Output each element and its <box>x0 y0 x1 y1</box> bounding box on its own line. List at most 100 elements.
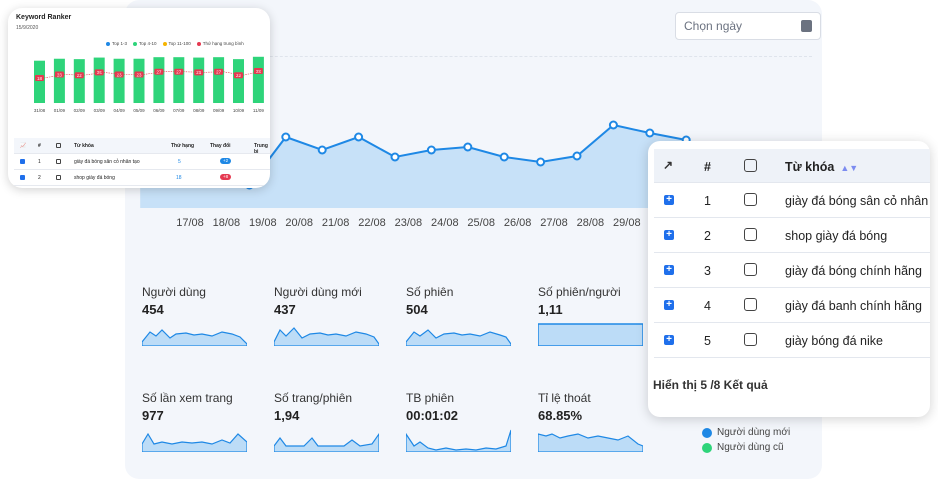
row-checkbox[interactable] <box>56 159 61 164</box>
ranker-bar[interactable] <box>73 59 85 103</box>
col-index: # <box>38 143 41 149</box>
data-point[interactable] <box>463 142 473 152</box>
row-checkbox[interactable] <box>744 193 757 206</box>
row-checkbox[interactable] <box>744 298 757 311</box>
metric-label: TB phiên <box>406 391 455 405</box>
expand-icon[interactable]: + <box>664 300 674 310</box>
col-keyword[interactable]: Từ khóa ▲▼ <box>785 160 858 174</box>
metric-label: Người dùng mới <box>274 285 362 299</box>
col-change[interactable]: Thay đổi <box>210 143 231 149</box>
data-point[interactable] <box>536 157 546 167</box>
table-row: 1 giày đá bóng sân cỏ nhân tạo 5 +2 <box>14 154 270 170</box>
x-tick-label: 05/09 <box>133 108 145 113</box>
pagination-summary: Hiển thị 5 /8 Kết quả <box>653 378 768 392</box>
legend-label: Người dùng mới <box>717 427 791 438</box>
sparkline <box>406 329 511 346</box>
data-point[interactable] <box>390 152 400 162</box>
legend-dot <box>702 442 712 453</box>
row-index: 3 <box>704 264 711 278</box>
row-checkbox[interactable] <box>56 175 61 180</box>
rank-value-label: 22 <box>236 73 242 78</box>
x-tick-label: 19/08 <box>249 217 277 229</box>
keyword-table-card: ↗ # Từ khóa ▲▼ + 1 giày đá bóng sân cỏ nh… <box>648 141 930 417</box>
row-checkbox[interactable] <box>744 263 757 276</box>
data-point[interactable] <box>572 151 582 161</box>
x-tick-label: 26/08 <box>503 217 532 229</box>
metric-label: Số phiên/người <box>538 285 621 299</box>
rank-value-label: 26 <box>196 70 202 75</box>
row-index: 2 <box>704 229 711 243</box>
metric-users: Người dùng 454 <box>142 285 267 346</box>
metric-value: 1,11 <box>538 302 563 317</box>
expand-icon[interactable]: + <box>664 335 674 345</box>
table-row: + 4 giày đá banh chính hãng <box>654 288 930 323</box>
sort-icon[interactable]: ▲▼ <box>840 163 858 173</box>
data-point[interactable] <box>499 152 509 162</box>
metric-pages-per-session: Số trang/phiên 1,94 <box>274 391 399 452</box>
data-point[interactable] <box>354 132 364 142</box>
ranker-bar[interactable] <box>133 58 145 103</box>
ranker-bar[interactable] <box>233 59 244 103</box>
ranker-bar[interactable] <box>34 60 45 103</box>
expand-icon[interactable]: + <box>664 265 674 275</box>
data-point[interactable] <box>608 120 618 130</box>
x-tick-label: 28/08 <box>576 217 605 229</box>
ranker-bar[interactable] <box>153 57 165 103</box>
ranker-bar[interactable] <box>93 57 105 103</box>
x-tick-label: 18/08 <box>212 217 241 229</box>
ranker-bar[interactable] <box>193 57 205 103</box>
ranker-bar[interactable] <box>213 57 225 103</box>
x-tick-label: 20/08 <box>285 217 313 229</box>
col-rank[interactable]: Thứ hạng <box>171 143 194 149</box>
x-tick-label: 03/09 <box>94 108 106 113</box>
pie-legend: Người dùng mới Người dùng cũ <box>702 425 790 455</box>
expand-icon[interactable] <box>20 159 25 164</box>
data-point[interactable] <box>645 128 655 138</box>
row-checkbox[interactable] <box>744 228 757 241</box>
metric-label: Tỉ lệ thoát <box>538 391 591 405</box>
expand-icon[interactable] <box>20 175 25 180</box>
row-keyword: shop giày đá bóng <box>785 229 888 243</box>
metric-value: 504 <box>406 302 428 317</box>
expand-icon[interactable]: + <box>664 195 674 205</box>
legend-dot <box>702 427 712 438</box>
sparkline <box>274 327 379 346</box>
x-tick-label: 24/08 <box>431 217 459 229</box>
sparkline <box>538 323 643 346</box>
select-all-checkbox[interactable] <box>56 143 61 148</box>
data-point[interactable] <box>281 132 291 142</box>
keyword-ranker-card: Keyword Ranker 15/9/2020 Top 1-3 Top 4-1… <box>8 8 270 188</box>
table-row: + 5 giày bóng đá nike <box>654 323 930 358</box>
x-tick-label: 04/09 <box>113 108 125 113</box>
x-tick-label: 08/09 <box>193 108 205 113</box>
col-index: # <box>704 160 711 174</box>
expand-icon[interactable]: + <box>664 230 674 240</box>
ranker-bar[interactable] <box>173 57 185 103</box>
col-keyword[interactable]: Từ khóa <box>74 143 94 149</box>
rank-value-label: 22 <box>77 73 83 78</box>
ranker-bar[interactable] <box>53 58 65 103</box>
keyword-table: ↗ # Từ khóa ▲▼ + 1 giày đá bóng sân cỏ nh… <box>654 149 930 358</box>
ranker-bar[interactable] <box>252 56 264 103</box>
data-point[interactable] <box>426 145 436 155</box>
legend-item: Người dùng cũ <box>702 440 790 455</box>
row-rank: 5 <box>178 159 181 165</box>
x-tick-label: 06/09 <box>153 108 165 113</box>
change-badge: +2 <box>220 158 232 164</box>
metric-label: Số lần xem trang <box>142 391 233 405</box>
row-checkbox[interactable] <box>744 333 757 346</box>
sparkline <box>406 429 511 452</box>
data-point[interactable] <box>317 145 327 155</box>
col-keyword-label: Từ khóa <box>785 160 835 174</box>
x-tick-label: 07/09 <box>173 108 185 113</box>
row-keyword: giày bóng đá nike <box>785 334 883 348</box>
table-header: 📈 # Từ khóa Thứ hạng Thay đổi Trung bì <box>14 138 270 155</box>
select-all-checkbox[interactable] <box>744 159 757 172</box>
change-badge: +8 <box>220 174 232 180</box>
chart-icon: 📈 <box>20 143 27 149</box>
row-index: 1 <box>704 194 711 208</box>
keyword-ranker-chart: 1831/082301/092202/092603/092304/092305/… <box>34 56 264 113</box>
x-tick-label: 29/08 <box>613 217 641 229</box>
x-tick-label: 22/08 <box>358 217 386 229</box>
ranker-bar[interactable] <box>113 58 125 103</box>
